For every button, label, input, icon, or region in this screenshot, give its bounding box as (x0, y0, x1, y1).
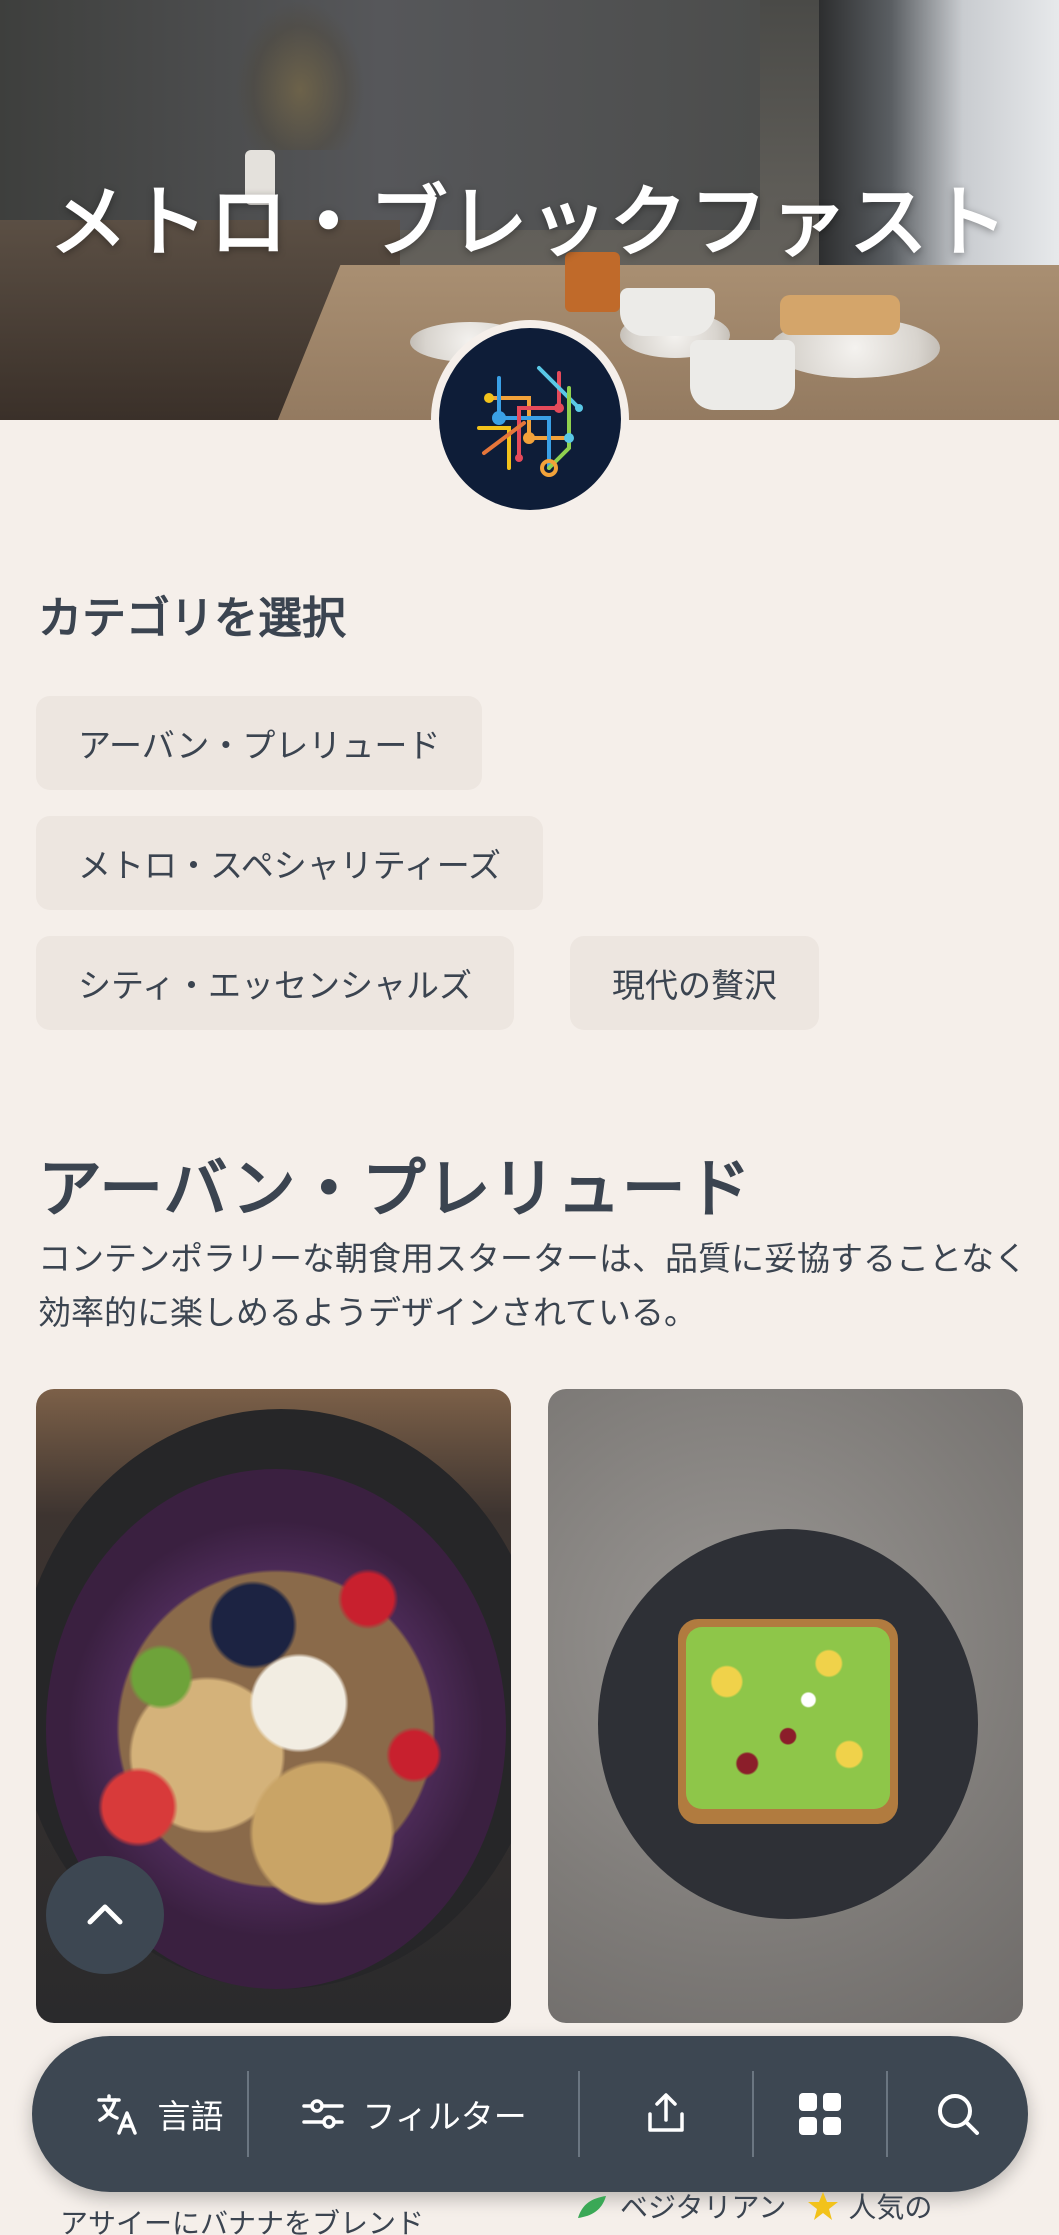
sliders-icon (302, 2099, 345, 2129)
scroll-top-button[interactable] (46, 1856, 164, 1974)
category-heading: カテゴリを選択 (38, 593, 346, 644)
category-chip-city-essentials[interactable]: シティ・エッセンシャルズ (36, 936, 515, 1030)
filter-button[interactable]: フィルター (249, 2036, 579, 2192)
brand-logo (431, 320, 629, 518)
share-icon (648, 2093, 685, 2132)
grid-icon (799, 2093, 842, 2135)
tag-vegetarian: ベジタリアン (620, 2191, 787, 2224)
card-description-partial: アサイーにバナナをブレンド (60, 2207, 425, 2235)
star-icon (808, 2192, 839, 2220)
metro-map-icon (477, 366, 583, 477)
hero-cup (690, 340, 795, 410)
language-button[interactable]: 言語 (32, 2036, 247, 2192)
search-icon (938, 2094, 980, 2135)
search-button[interactable] (888, 2036, 1028, 2192)
category-chip-modern-luxury[interactable]: 現代の贅沢 (570, 936, 819, 1030)
category-chip-urban-prelude[interactable]: アーバン・プレリュード (36, 696, 483, 790)
share-button[interactable] (580, 2036, 752, 2192)
toast-image (678, 1619, 898, 1824)
bottom-toolbar: 言語 フィルター (32, 2036, 1028, 2192)
translate-icon (97, 2094, 138, 2135)
page-title: メトロ・ブレックファスト (49, 178, 1010, 268)
hero-plant (235, 0, 365, 150)
section-title: アーバン・プレリュード (38, 1153, 752, 1227)
hero-toast (780, 295, 900, 335)
language-label: 言語 (157, 2097, 224, 2136)
grid-view-button[interactable] (754, 2036, 886, 2192)
vegetarian-icon (578, 2196, 606, 2218)
filter-label: フィルター (362, 2097, 527, 2136)
card-tags: ベジタリアン 人気の (572, 2186, 932, 2226)
category-chip-metro-specialties[interactable]: メトロ・スペシャリティーズ (36, 816, 544, 910)
chevron-up-icon (87, 1904, 123, 1925)
hero-bowl (620, 288, 715, 336)
tag-popular: 人気の (848, 2191, 933, 2224)
section-description: コンテンポラリーな朝食用スターターは、品質に妥協することなく効率的に楽しめるよう… (38, 1239, 1028, 1332)
menu-card-avocado-toast[interactable] (548, 1389, 1023, 2023)
